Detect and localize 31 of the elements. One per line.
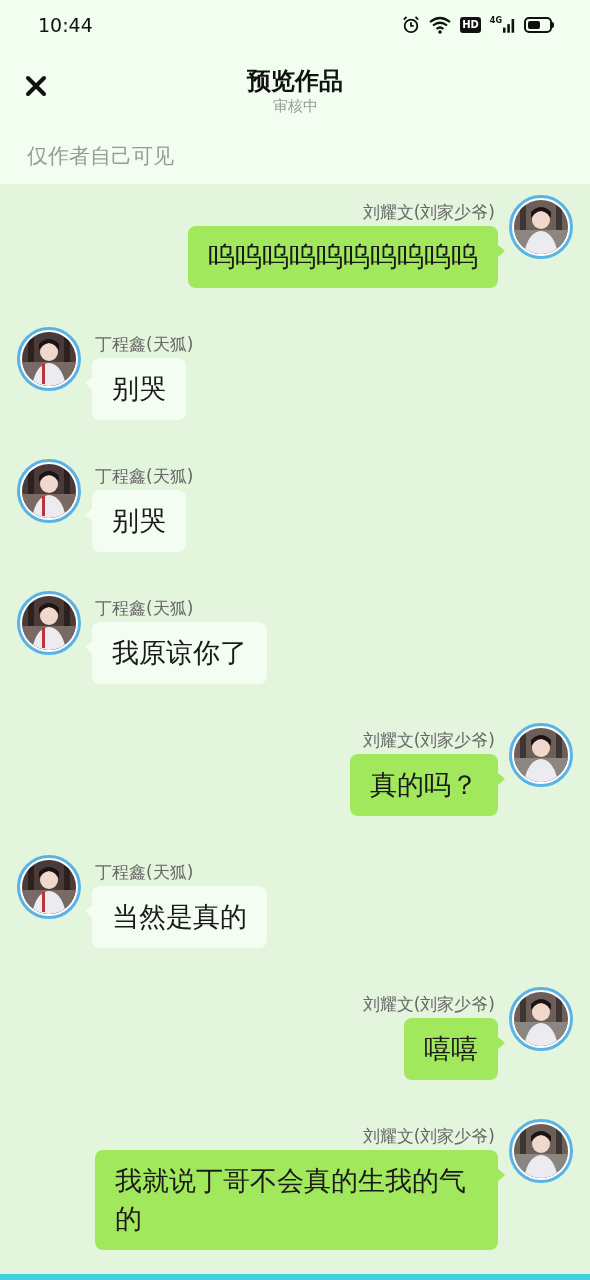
sender-name: 刘耀文(刘家少爷) xyxy=(361,994,496,1014)
wifi-icon xyxy=(429,16,452,34)
sender-name: 刘耀文(刘家少爷) xyxy=(361,1126,496,1146)
sender-name: 丁程鑫(天狐) xyxy=(94,466,195,486)
battery-icon xyxy=(524,17,554,33)
message-bubble: 我就说丁哥不会真的生我的气的 xyxy=(95,1150,498,1250)
message-bubble: 嘻嘻 xyxy=(404,1018,498,1080)
message-bubble: 别哭 xyxy=(92,490,186,552)
bubble-tail-icon xyxy=(497,244,505,258)
page-subtitle: 审核中 xyxy=(272,96,318,116)
sender-name: 丁程鑫(天狐) xyxy=(94,862,195,882)
close-icon xyxy=(24,74,48,98)
page-title: 预览作品 xyxy=(247,66,343,96)
bubble-tail-icon xyxy=(497,1168,505,1182)
status-time: 10:44 xyxy=(38,12,93,38)
bubble-tail-icon xyxy=(497,1036,505,1050)
message-bubble: 呜呜呜呜呜呜呜呜呜呜 xyxy=(188,226,498,288)
message-bubble: 我原谅你了 xyxy=(92,622,267,684)
message-bubble: 当然是真的 xyxy=(92,886,267,948)
bubble-tail-icon xyxy=(497,772,505,786)
visibility-notice: 仅作者自己可见 xyxy=(27,143,174,171)
hd-badge: HD xyxy=(460,17,481,33)
alarm-icon xyxy=(402,16,421,34)
sender-name: 丁程鑫(天狐) xyxy=(94,334,195,354)
sender-name: 刘耀文(刘家少爷) xyxy=(361,730,496,750)
sender-name: 丁程鑫(天狐) xyxy=(94,598,195,618)
message-bubble: 别哭 xyxy=(92,358,186,420)
network-label: 4G xyxy=(489,16,502,26)
signal-icon xyxy=(503,16,515,34)
message-bubble: 真的吗？ xyxy=(350,754,498,816)
sender-name: 刘耀文(刘家少爷) xyxy=(361,202,496,222)
